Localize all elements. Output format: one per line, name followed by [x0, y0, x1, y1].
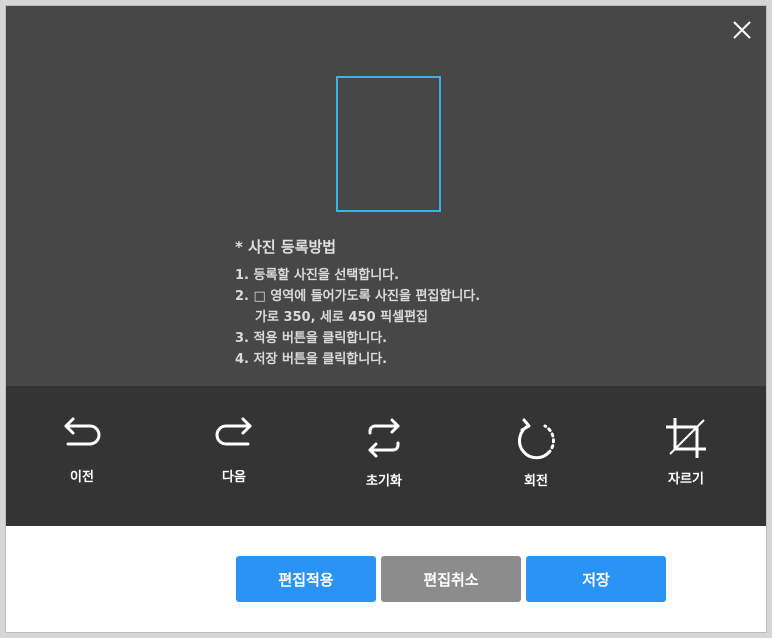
close-button[interactable] — [728, 16, 756, 44]
rotate-icon — [518, 418, 555, 460]
reset-label: 초기화 — [366, 474, 402, 489]
edit-toolbar: 이전 다음 초기화 회전 자르기 — [6, 386, 766, 526]
redo-button[interactable]: 다음 — [194, 414, 274, 485]
crop-label: 자르기 — [668, 472, 704, 487]
guide-step-4: 4. 저장 버튼을 클릭합니다. — [235, 352, 388, 367]
photo-editor-area[interactable]: * 사진 등록방법 1. 등록할 사진을 선택합니다. 2. □ 영역에 들어가… — [6, 6, 766, 386]
cancel-edit-button[interactable]: 편집취소 — [381, 556, 521, 602]
rotate-button[interactable]: 회전 — [496, 416, 576, 489]
reset-icon — [368, 418, 400, 458]
rotate-label: 회전 — [524, 474, 548, 489]
redo-icon — [215, 417, 252, 446]
undo-label: 이전 — [70, 470, 94, 485]
save-button[interactable]: 저장 — [526, 556, 666, 602]
reset-button[interactable]: 초기화 — [344, 416, 424, 489]
close-icon — [733, 21, 751, 39]
crop-frame[interactable] — [336, 76, 441, 212]
guide-step-1: 1. 등록할 사진을 선택합니다. — [235, 268, 400, 283]
crop-icon — [666, 418, 706, 458]
photo-edit-dialog: * 사진 등록방법 1. 등록할 사진을 선택합니다. 2. □ 영역에 들어가… — [6, 6, 766, 632]
undo-button[interactable]: 이전 — [42, 414, 122, 485]
undo-icon — [64, 417, 101, 446]
apply-edit-button[interactable]: 편집적용 — [236, 556, 376, 602]
photo-registration-guide: * 사진 등록방법 1. 등록할 사진을 선택합니다. 2. □ 영역에 들어가… — [235, 236, 655, 370]
guide-title: * 사진 등록방법 — [235, 238, 337, 256]
guide-step-3: 3. 적용 버튼을 클릭합니다. — [235, 331, 388, 346]
crop-button[interactable]: 자르기 — [646, 416, 726, 487]
redo-label: 다음 — [222, 470, 246, 485]
guide-step-2: 2. □ 영역에 들어가도록 사진을 편집합니다. — [235, 289, 481, 304]
guide-step-2-detail: 가로 350, 세로 450 픽셀편집 — [255, 310, 428, 325]
